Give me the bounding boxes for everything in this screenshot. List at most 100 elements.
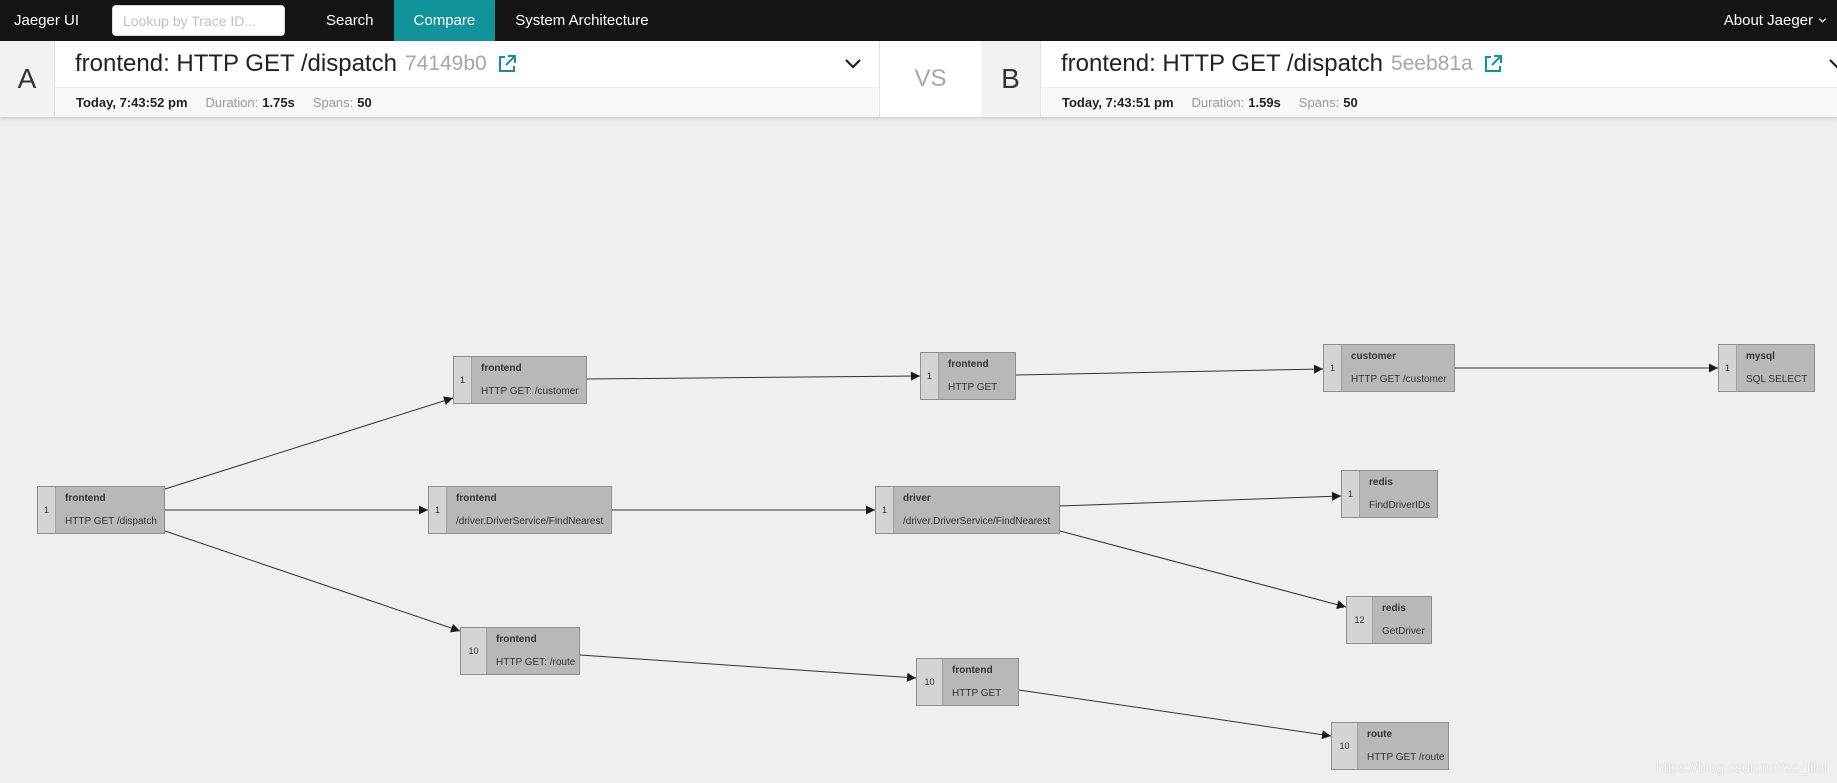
graph-node[interactable]: 1 frontend HTTP GET: [920, 352, 1016, 400]
node-service: route: [1367, 729, 1392, 740]
node-operation: FindDriverIDs: [1369, 500, 1431, 511]
graph-node[interactable]: 1 driver /driver.DriverService/FindNeare…: [875, 486, 1060, 534]
trace-id-lookup-input[interactable]: [112, 5, 285, 36]
graph-node[interactable]: 10 route HTTP GET /route: [1331, 722, 1449, 770]
node-operation: HTTP GET /route: [1367, 752, 1445, 763]
node-body: driver /driver.DriverService/FindNearest: [894, 487, 1056, 533]
node-body: redis GetDriver: [1373, 597, 1431, 643]
node-body: redis FindDriverIDs: [1360, 471, 1436, 517]
trace-a-duration-label: Duration:: [205, 95, 259, 110]
node-service: frontend: [456, 493, 497, 504]
trace-a-title: frontend: HTTP GET /dispatch: [75, 50, 397, 77]
vs-label: VS: [880, 41, 981, 117]
edge: [1059, 530, 1347, 610]
graph-node[interactable]: 1 redis FindDriverIDs: [1341, 470, 1438, 518]
node-operation: HTTP GET /dispatch: [65, 516, 157, 527]
graph-node[interactable]: 1 frontend /driver.DriverService/FindNea…: [428, 486, 612, 534]
watermark: https://blog.csdn.net/sc_lilei: [1655, 759, 1827, 775]
about-jaeger-label: About Jaeger: [1723, 12, 1813, 29]
node-body: frontend HTTP GET: [943, 659, 1007, 705]
trace-a-duration: 1.75s: [262, 95, 295, 110]
trace-b-spans-label: Spans:: [1298, 95, 1340, 110]
node-body: frontend HTTP GET /dispatch: [56, 487, 163, 533]
about-jaeger-menu[interactable]: About Jaeger: [1724, 0, 1837, 41]
node-service: frontend: [481, 363, 522, 374]
node-body: mysql SQL SELECT: [1737, 345, 1813, 391]
graph-node[interactable]: 12 redis GetDriver: [1346, 596, 1432, 644]
node-operation: HTTP GET /customer: [1351, 374, 1447, 385]
node-service: redis: [1382, 603, 1406, 614]
node-service: frontend: [948, 359, 989, 370]
trace-b-label: B: [981, 41, 1041, 117]
node-operation: /driver.DriverService/FindNearest: [903, 516, 1051, 527]
trace-a-title-row: frontend: HTTP GET /dispatch 74149b0: [55, 41, 879, 87]
node-body: frontend HTTP GET: [939, 353, 1003, 399]
top-nav: Jaeger UI Search Compare System Architec…: [0, 0, 1837, 41]
external-link-icon[interactable]: [1483, 54, 1503, 74]
node-span-count: 1: [921, 353, 939, 399]
node-body: customer HTTP GET /customer: [1342, 345, 1453, 391]
node-body: frontend /driver.DriverService/FindNeare…: [447, 487, 609, 533]
edge: [164, 530, 461, 633]
node-operation: GetDriver: [1382, 626, 1425, 637]
node-span-count: 10: [461, 628, 487, 674]
trace-b-duration: 1.59s: [1248, 95, 1281, 110]
node-body: frontend HTTP GET: /customer: [472, 357, 585, 403]
edge: [1059, 491, 1342, 507]
node-span-count: 1: [454, 357, 472, 403]
node-operation: HTTP GET: /customer: [481, 386, 579, 397]
edge: [164, 396, 454, 490]
trace-a-time: Today, 7:43:52 pm: [76, 95, 188, 110]
node-service: redis: [1369, 477, 1393, 488]
graph-node[interactable]: 1 frontend HTTP GET /dispatch: [37, 486, 165, 534]
graph-node[interactable]: 1 customer HTTP GET /customer: [1323, 344, 1455, 392]
trace-b-meta: Today, 7:43:51 pm Duration: 1.59s Spans:…: [1041, 87, 1837, 117]
trace-b-card: frontend: HTTP GET /dispatch 5eeb81a Tod…: [1041, 41, 1837, 117]
node-span-count: 10: [917, 659, 943, 705]
node-span-count: 1: [876, 487, 894, 533]
node-service: frontend: [952, 665, 993, 676]
trace-diff-graph[interactable]: 1 frontend HTTP GET /dispatch 1 frontend…: [0, 117, 1837, 783]
compare-header: A frontend: HTTP GET /dispatch 74149b0 T…: [0, 41, 1837, 117]
graph-node[interactable]: 10 frontend HTTP GET: [916, 658, 1019, 706]
chevron-down-icon: [1818, 18, 1827, 23]
trace-b-spans: 50: [1343, 95, 1358, 110]
trace-a-select-chevron-down-icon[interactable]: [843, 54, 863, 74]
trace-a-card: frontend: HTTP GET /dispatch 74149b0 Tod…: [55, 41, 880, 117]
node-service: driver: [903, 493, 931, 504]
edge: [586, 371, 921, 381]
node-span-count: 1: [1342, 471, 1360, 517]
node-body: frontend HTTP GET: /route: [487, 628, 581, 674]
external-link-icon[interactable]: [497, 54, 517, 74]
graph-node[interactable]: 1 frontend HTTP GET: /customer: [453, 356, 587, 404]
node-service: customer: [1351, 351, 1397, 362]
trace-a-label: A: [0, 41, 55, 117]
edge: [1018, 689, 1332, 740]
node-operation: HTTP GET: /route: [496, 657, 576, 668]
trace-a-meta: Today, 7:43:52 pm Duration: 1.75s Spans:…: [55, 87, 879, 117]
trace-b-title: frontend: HTTP GET /dispatch: [1061, 50, 1383, 77]
node-service: frontend: [496, 634, 537, 645]
nav-compare[interactable]: Compare: [393, 0, 496, 41]
node-span-count: 1: [1719, 345, 1737, 391]
edge: [1015, 364, 1324, 376]
trace-b-title-row: frontend: HTTP GET /dispatch 5eeb81a: [1041, 41, 1837, 87]
graph-node[interactable]: 1 mysql SQL SELECT: [1718, 344, 1815, 392]
graph-node[interactable]: 10 frontend HTTP GET: /route: [460, 627, 580, 675]
node-span-count: 1: [1324, 345, 1342, 391]
edge: [579, 654, 917, 682]
nav-system-architecture[interactable]: System Architecture: [495, 0, 668, 41]
node-service: mysql: [1746, 351, 1775, 362]
trace-b-duration-label: Duration:: [1191, 95, 1245, 110]
trace-b-id: 5eeb81a: [1390, 52, 1473, 75]
trace-a-spans-label: Spans:: [312, 95, 354, 110]
trace-b-select-chevron-down-icon[interactable]: [1827, 54, 1837, 74]
trace-b-time: Today, 7:43:51 pm: [1062, 95, 1174, 110]
brand-link[interactable]: Jaeger UI: [0, 12, 112, 29]
trace-a-id: 74149b0: [404, 52, 487, 75]
nav-search[interactable]: Search: [306, 0, 394, 41]
node-operation: HTTP GET: [952, 688, 1002, 699]
node-service: frontend: [65, 493, 106, 504]
node-span-count: 12: [1347, 597, 1373, 643]
node-operation: SQL SELECT: [1746, 374, 1808, 385]
